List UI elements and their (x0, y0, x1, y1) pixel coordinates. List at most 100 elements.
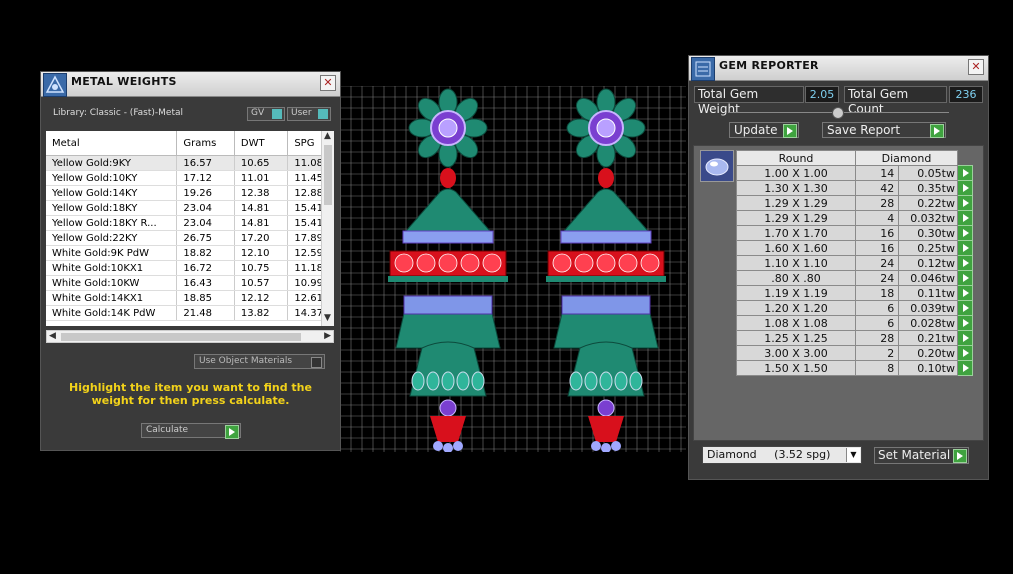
use-object-materials-toggle[interactable]: Use Object Materials (194, 354, 325, 369)
gem-weight: 0.22tw (898, 195, 958, 211)
metal-weights-title: METAL WEIGHTS (71, 75, 177, 88)
metal-dwt: 10.65 (234, 155, 289, 171)
gem-row[interactable]: 1.00 X 1.00 14 0.05tw (736, 165, 973, 181)
diamond-thumbnail-icon[interactable] (700, 150, 734, 182)
gem-row[interactable]: 1.19 X 1.19 18 0.11tw (736, 285, 973, 301)
gem-row[interactable]: 1.60 X 1.60 16 0.25tw (736, 240, 973, 256)
play-icon[interactable] (957, 285, 973, 301)
play-icon[interactable] (957, 360, 973, 376)
panel-slider-knob[interactable] (832, 107, 844, 119)
gem-count: 42 (854, 180, 900, 196)
scroll-left-icon[interactable]: ◀ (49, 331, 56, 341)
metal-row[interactable]: White Gold:10KW 16.43 10.57 10.99 (46, 275, 334, 291)
gem-weight: 0.032tw (898, 210, 958, 226)
metal-name: Yellow Gold:14KY (46, 185, 178, 201)
gv-toggle-label: GV (251, 108, 265, 118)
gem-row[interactable]: 1.20 X 1.20 6 0.039tw (736, 300, 973, 316)
gem-row[interactable]: 1.29 X 1.29 4 0.032tw (736, 210, 973, 226)
gem-row[interactable]: 1.70 X 1.70 16 0.30tw (736, 225, 973, 241)
material-select[interactable]: Diamond (3.52 spg) ▼ (702, 446, 862, 464)
gem-row[interactable]: .80 X .80 24 0.046tw (736, 270, 973, 286)
metal-grams: 16.57 (176, 155, 235, 171)
metal-dwt: 10.57 (234, 275, 289, 291)
col-round[interactable]: Round (736, 150, 856, 166)
play-icon[interactable] (957, 300, 973, 316)
metal-table-hscroll[interactable]: ◀ ▶ (46, 330, 334, 343)
scroll-down-icon[interactable]: ▼ (324, 313, 331, 323)
metal-grams: 16.72 (176, 260, 235, 276)
metal-row[interactable]: White Gold:14K PdW 21.48 13.82 14.37 (46, 305, 334, 321)
metal-table-vscroll[interactable]: ▲ ▼ (321, 131, 334, 326)
play-icon[interactable] (957, 195, 973, 211)
gem-weight: 0.21tw (898, 330, 958, 346)
gem-row[interactable]: 1.30 X 1.30 42 0.35tw (736, 180, 973, 196)
save-report-button[interactable]: Save Report (822, 122, 946, 138)
gem-size: 1.60 X 1.60 (736, 240, 856, 256)
set-material-button[interactable]: Set Material (874, 447, 969, 464)
metal-row[interactable]: Yellow Gold:14KY 19.26 12.38 12.88 (46, 185, 334, 201)
metal-row[interactable]: White Gold:14KX1 18.85 12.12 12.61 (46, 290, 334, 306)
play-icon[interactable] (957, 210, 973, 226)
gem-row[interactable]: 1.50 X 1.50 8 0.10tw (736, 360, 973, 376)
col-diamond[interactable]: Diamond (855, 150, 958, 166)
gem-row[interactable]: 1.10 X 1.10 24 0.12tw (736, 255, 973, 271)
gem-row[interactable]: 1.08 X 1.08 6 0.028tw (736, 315, 973, 331)
metal-row[interactable]: Yellow Gold:18KY 23.04 14.81 15.41 (46, 200, 334, 216)
gem-list-area: Round Diamond 1.00 X 1.00 14 0.05tw 1.30 X … (693, 145, 984, 441)
gem-weight: 0.05tw (898, 165, 958, 181)
gem-row[interactable]: 1.29 X 1.29 28 0.22tw (736, 195, 973, 211)
metal-name: Yellow Gold:18KY (46, 200, 178, 216)
play-icon[interactable] (953, 449, 967, 463)
play-icon[interactable] (957, 345, 973, 361)
metal-dwt: 10.75 (234, 260, 289, 276)
update-button[interactable]: Update (729, 122, 799, 138)
metal-row[interactable]: Yellow Gold:9KY 16.57 10.65 11.08 (46, 155, 334, 171)
col-dwt[interactable]: DWT (234, 131, 289, 156)
chevron-down-icon[interactable]: ▼ (846, 448, 860, 462)
play-icon[interactable] (225, 425, 239, 439)
gem-count: 28 (854, 195, 900, 211)
close-icon[interactable]: ✕ (968, 59, 984, 75)
col-grams[interactable]: Grams (176, 131, 235, 156)
metal-table[interactable]: Metal Grams DWT SPG Yellow Gold:9KY 16.57… (46, 131, 334, 326)
use-object-materials-label: Use Object Materials (199, 356, 293, 366)
gem-reporter-title: GEM REPORTER (719, 59, 819, 72)
gv-toggle[interactable]: GV (247, 107, 285, 121)
gem-row[interactable]: 3.00 X 3.00 2 0.20tw (736, 345, 973, 361)
play-icon[interactable] (930, 124, 944, 138)
user-toggle[interactable]: User (287, 107, 331, 121)
metal-row[interactable]: Yellow Gold:10KY 17.12 11.01 11.45 (46, 170, 334, 186)
metal-weights-titlebar[interactable]: METAL WEIGHTS ✕ (41, 72, 340, 97)
metal-dwt: 17.20 (234, 230, 289, 246)
play-icon[interactable] (957, 330, 973, 346)
scroll-right-icon[interactable]: ▶ (324, 331, 331, 341)
play-icon[interactable] (957, 225, 973, 241)
scroll-up-icon[interactable]: ▲ (324, 131, 331, 141)
gem-table[interactable]: Round Diamond 1.00 X 1.00 14 0.05tw 1.30 X … (736, 150, 973, 376)
3d-viewport[interactable] (340, 86, 686, 452)
metal-row[interactable]: White Gold:10KX1 16.72 10.75 11.18 (46, 260, 334, 276)
gem-reporter-titlebar[interactable]: GEM REPORTER ✕ (689, 56, 988, 81)
gem-weight: 0.20tw (898, 345, 958, 361)
play-icon[interactable] (957, 180, 973, 196)
metal-row[interactable]: White Gold:9K PdW 18.82 12.10 12.59 (46, 245, 334, 261)
gem-row[interactable]: 1.25 X 1.25 28 0.21tw (736, 330, 973, 346)
calculate-button[interactable]: Calculate (141, 423, 241, 439)
metal-grams: 19.26 (176, 185, 235, 201)
metal-row[interactable]: Yellow Gold:22KY 26.75 17.20 17.89 (46, 230, 334, 246)
metal-row[interactable]: Yellow Gold:18KY R... 23.04 14.81 15.41 (46, 215, 334, 231)
gem-count: 8 (854, 360, 900, 376)
play-icon[interactable] (957, 240, 973, 256)
play-icon[interactable] (783, 124, 797, 138)
gem-weight: 0.039tw (898, 300, 958, 316)
play-icon[interactable] (957, 255, 973, 271)
col-metal[interactable]: Metal (46, 131, 178, 156)
gem-count: 16 (854, 225, 900, 241)
close-icon[interactable]: ✕ (320, 75, 336, 91)
gem-size: 1.30 X 1.30 (736, 180, 856, 196)
play-icon[interactable] (957, 270, 973, 286)
earring-model[interactable] (340, 86, 686, 452)
play-icon[interactable] (957, 165, 973, 181)
play-icon[interactable] (957, 315, 973, 331)
gem-weight: 0.046tw (898, 270, 958, 286)
